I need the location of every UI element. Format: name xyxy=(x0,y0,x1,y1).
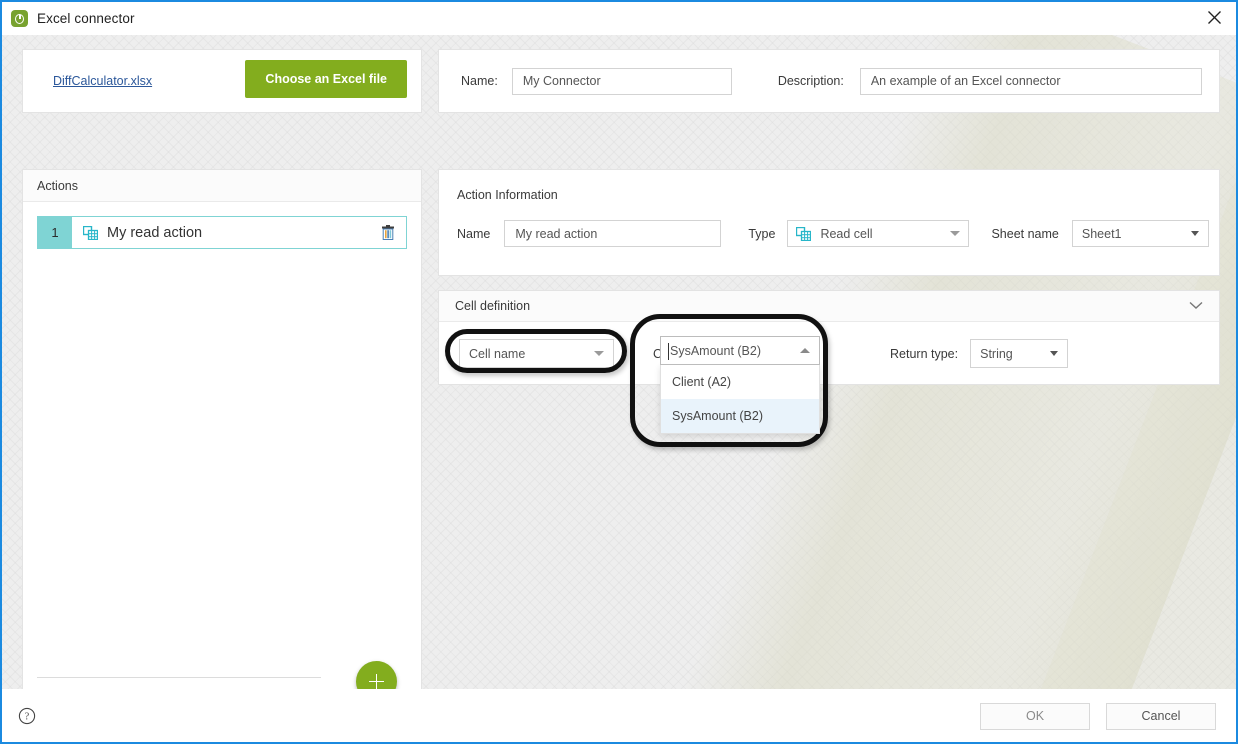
actions-panel: Actions 1 My read action xyxy=(22,169,422,689)
trash-icon[interactable] xyxy=(381,225,395,240)
sheet-name-value: Sheet1 xyxy=(1081,226,1122,241)
cancel-button[interactable]: Cancel xyxy=(1106,702,1216,730)
choose-excel-file-button[interactable]: Choose an Excel file xyxy=(245,60,407,98)
actions-divider xyxy=(37,677,321,678)
action-name-label: Name xyxy=(457,226,491,241)
action-name-input[interactable] xyxy=(504,220,722,247)
return-type-value: String xyxy=(980,346,1013,361)
chevron-down-icon xyxy=(594,351,604,356)
title-bar: Excel connector xyxy=(2,2,1236,35)
cell-select-input[interactable]: SysAmount (B2) xyxy=(660,336,820,365)
cell-select-option[interactable]: SysAmount (B2) xyxy=(661,399,819,433)
cell-select-option[interactable]: Client (A2) xyxy=(661,365,819,399)
chevron-down-icon xyxy=(950,231,961,236)
action-list-item[interactable]: 1 My read action xyxy=(37,216,407,249)
read-cell-icon xyxy=(796,226,812,241)
cell-definition-row: Cell name Cell: Return type: String xyxy=(439,322,1219,385)
chevron-down-icon[interactable] xyxy=(1189,299,1203,313)
cell-mode-select[interactable]: Cell name xyxy=(459,339,614,368)
connector-name-label: Name: xyxy=(461,74,498,88)
action-type-select[interactable]: Read cell xyxy=(787,220,970,247)
actions-panel-header: Actions xyxy=(23,170,421,202)
excel-connector-icon xyxy=(11,10,28,27)
dialog-footer: ? OK Cancel xyxy=(2,689,1236,742)
help-icon[interactable]: ? xyxy=(18,707,36,725)
cell-select-dropdown: SysAmount (B2) Client (A2) SysAmount (B2… xyxy=(660,336,820,434)
dialog-body: DiffCalculator.xlsx Choose an Excel file… xyxy=(2,35,1236,689)
action-item-label: My read action xyxy=(107,224,203,241)
sheet-name-select[interactable]: Sheet1 xyxy=(1071,220,1209,247)
chevron-up-icon[interactable] xyxy=(800,348,810,353)
return-type-label: Return type: xyxy=(890,346,959,361)
excel-connector-dialog: Excel connector DiffCalculator.xlsx Choo… xyxy=(0,0,1238,744)
excel-file-link[interactable]: DiffCalculator.xlsx xyxy=(53,74,152,88)
connector-description-input[interactable] xyxy=(859,67,1202,95)
action-information-row: Name Type Read cell xyxy=(457,220,1219,247)
add-action-button[interactable] xyxy=(356,661,397,689)
cell-select-value: SysAmount (B2) xyxy=(670,343,762,358)
chevron-down-icon xyxy=(1050,351,1059,356)
chevron-down-icon xyxy=(1190,231,1199,236)
cell-select-option-list: Client (A2) SysAmount (B2) xyxy=(660,365,820,434)
action-information-card: Action Information Name Type xyxy=(438,169,1220,276)
ok-button[interactable]: OK xyxy=(980,702,1090,730)
svg-text:?: ? xyxy=(25,712,30,723)
text-caret xyxy=(668,343,669,360)
close-icon[interactable] xyxy=(1192,2,1236,33)
window-title: Excel connector xyxy=(37,11,135,26)
read-cell-icon xyxy=(82,225,99,240)
return-type-select[interactable]: String xyxy=(970,339,1069,368)
connector-description-label: Description: xyxy=(777,74,844,88)
cell-definition-card: Cell definition Cell name Cell: Return t… xyxy=(438,290,1220,385)
connector-name-input[interactable] xyxy=(511,67,732,95)
cell-mode-value: Cell name xyxy=(469,346,526,361)
connector-meta-card: Name: Description: xyxy=(438,49,1220,113)
actions-list: 1 My read action xyxy=(23,202,421,689)
excel-file-card: DiffCalculator.xlsx Choose an Excel file xyxy=(22,49,422,113)
action-type-label: Type xyxy=(748,226,776,241)
action-index-badge: 1 xyxy=(38,217,72,248)
action-information-title: Action Information xyxy=(457,188,558,202)
action-type-value: Read cell xyxy=(820,226,873,241)
cell-definition-header: Cell definition xyxy=(439,291,1219,322)
cell-definition-title: Cell definition xyxy=(455,299,531,313)
sheet-name-label: Sheet name xyxy=(991,226,1059,241)
